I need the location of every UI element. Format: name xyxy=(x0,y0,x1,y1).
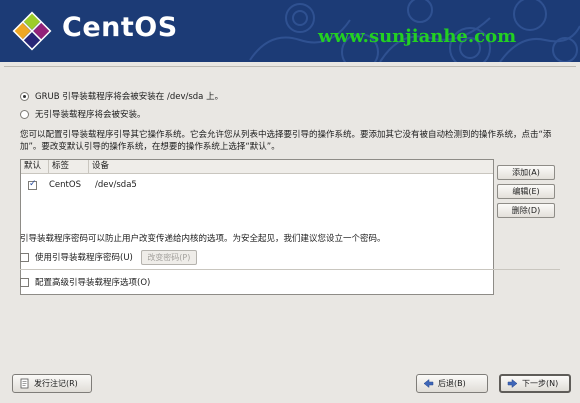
next-button[interactable]: 下一步(N) xyxy=(499,374,571,393)
document-icon xyxy=(20,378,29,389)
column-header-default[interactable]: 默认 xyxy=(21,160,49,173)
bootloader-description: 您可以配置引导装载程序引导其它操作系统。它会允许您从列表中选择要引导的操作系统。… xyxy=(20,130,552,152)
table-row[interactable]: CentOS /dev/sda5 xyxy=(21,177,493,193)
release-notes-label: 发行注记(R) xyxy=(34,379,78,388)
back-button[interactable]: 后退(B) xyxy=(416,374,488,393)
change-password-button[interactable]: 改变密码(P) xyxy=(140,249,197,265)
use-password-option[interactable]: 使用引导装载程序密码(U) 改变密码(P) xyxy=(20,249,197,265)
advanced-options-label: 配置高级引导装载程序选项(O) xyxy=(35,278,151,288)
no-bootloader-radio[interactable] xyxy=(20,109,29,119)
watermark-text: www.sunjianhe.com xyxy=(318,26,517,47)
row-label: CentOS xyxy=(49,180,81,190)
release-notes-button[interactable]: 发行注记(R) xyxy=(12,374,92,393)
advanced-options-option[interactable]: 配置高级引导装载程序选项(O) xyxy=(20,275,150,289)
no-bootloader-label: 无引导装载程序将会被安装。 xyxy=(35,110,146,120)
row-device: /dev/sda5 xyxy=(95,180,137,190)
default-checkbox[interactable] xyxy=(28,179,37,190)
no-bootloader-option[interactable]: 无引导装载程序将会被安装。 xyxy=(20,107,146,121)
section-divider xyxy=(20,269,560,270)
bootloader-panel: GRUB 引导装载程序将会被安装在 /dev/sda 上。 无引导装载程序将会被… xyxy=(4,66,576,372)
next-label: 下一步(N) xyxy=(522,379,559,388)
install-grub-option[interactable]: GRUB 引导装载程序将会被安装在 /dev/sda 上。 xyxy=(20,89,223,103)
centos-logo-icon xyxy=(12,11,52,51)
install-grub-radio[interactable] xyxy=(20,91,29,101)
column-header-device[interactable]: 设备 xyxy=(89,160,493,173)
use-password-checkbox[interactable] xyxy=(20,252,29,262)
edit-button[interactable]: 编辑(E) xyxy=(497,184,555,199)
password-hint: 引导装载程序密码可以防止用户改变传递给内核的选项。为安全起见，我们建议您设立一个… xyxy=(20,234,386,244)
brand-title: CentOS xyxy=(62,12,178,43)
delete-button[interactable]: 删除(D) xyxy=(497,203,555,218)
use-password-label: 使用引导装载程序密码(U) xyxy=(35,253,133,263)
install-grub-label: GRUB 引导装载程序将会被安装在 /dev/sda 上。 xyxy=(35,92,224,102)
header-banner: CentOS www.sunjianhe.com xyxy=(0,0,580,62)
table-header: 默认 标签 设备 xyxy=(21,160,493,174)
back-label: 后退(B) xyxy=(438,379,466,388)
advanced-options-checkbox[interactable] xyxy=(20,277,29,287)
arrow-right-icon xyxy=(507,378,518,389)
arrow-left-icon xyxy=(423,378,434,389)
column-header-label[interactable]: 标签 xyxy=(49,160,89,173)
add-button[interactable]: 添加(A) xyxy=(497,165,555,180)
